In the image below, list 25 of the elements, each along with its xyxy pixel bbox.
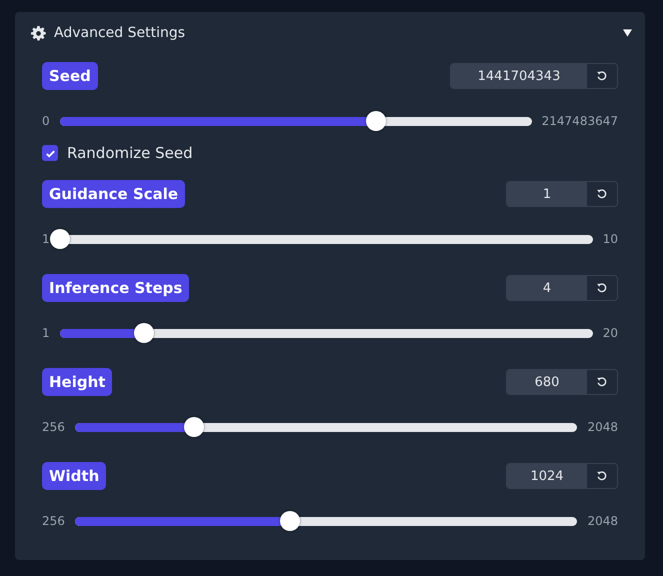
min-value: 1 <box>42 326 50 340</box>
setting-label: Width <box>42 462 106 490</box>
slider-thumb[interactable] <box>366 111 386 131</box>
checkbox-label: Randomize Seed <box>67 144 193 162</box>
max-value: 2147483647 <box>542 114 618 128</box>
checkbox[interactable] <box>42 145 58 161</box>
min-value: 256 <box>42 420 65 434</box>
collapse-toggle-icon[interactable] <box>623 29 632 37</box>
slider-thumb[interactable] <box>280 511 300 531</box>
settings-icon <box>31 26 46 40</box>
setting-label: Guidance Scale <box>42 180 186 208</box>
min-value: 256 <box>42 514 65 528</box>
max-value: 10 <box>602 232 618 246</box>
max-value: 20 <box>602 326 618 340</box>
slider-thumb[interactable] <box>134 323 154 343</box>
max-value: 2048 <box>587 420 618 434</box>
slider-thumb[interactable] <box>50 229 70 249</box>
setting-label: Height <box>42 368 112 396</box>
panel-title: Advanced Settings <box>54 25 186 41</box>
setting-label: Inference Steps <box>42 274 190 302</box>
slider-thumb[interactable] <box>184 417 204 437</box>
setting-label: Seed <box>42 62 98 90</box>
max-value: 2048 <box>587 514 618 528</box>
min-value: 0 <box>42 114 50 128</box>
min-value: 1 <box>42 232 50 246</box>
